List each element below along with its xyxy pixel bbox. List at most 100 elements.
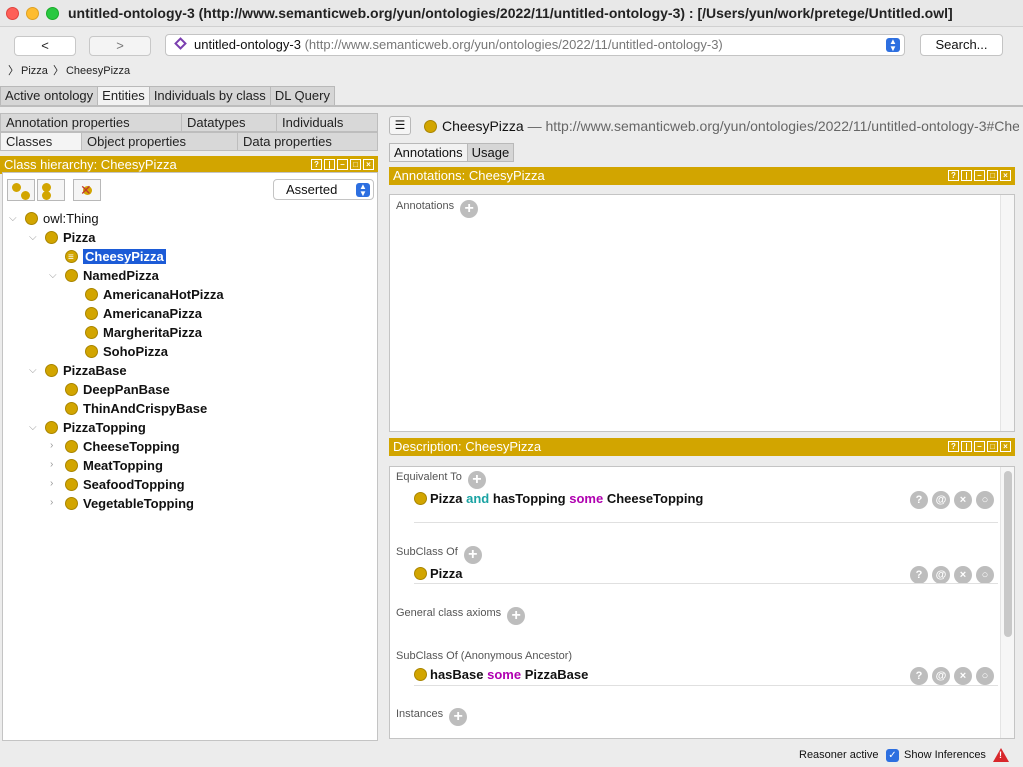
explain-button[interactable]: ?	[910, 491, 928, 509]
tree-node[interactable]: MargheritaPizza	[85, 323, 202, 342]
tab-annotation-properties[interactable]: Annotation properties	[0, 113, 182, 132]
add-superclass-button[interactable]: +	[463, 546, 482, 564]
collapse-icon[interactable]: ⌵	[49, 270, 57, 281]
collapse-icon[interactable]: ⌵	[29, 422, 37, 433]
add-instance-button[interactable]: +	[449, 708, 468, 726]
show-inferences-label: Show Inferences	[904, 749, 986, 761]
ontology-selector[interactable]: untitled-ontology-3 (http://www.semantic…	[165, 34, 905, 56]
class-icon	[45, 231, 58, 244]
entity-name: CheesyPizza	[442, 118, 524, 134]
breadcrumb-item[interactable]: Pizza	[21, 65, 48, 77]
tree-node[interactable]: owl:Thing	[25, 209, 99, 228]
add-annotation-button[interactable]: +	[460, 200, 479, 218]
tab-data-properties[interactable]: Data properties	[237, 132, 378, 151]
close-icon[interactable]: ×	[363, 159, 374, 170]
tab-classes[interactable]: Classes	[0, 132, 82, 151]
chevron-updown-icon[interactable]: ▲ ▼	[886, 38, 900, 53]
tab-datatypes[interactable]: Datatypes	[181, 113, 277, 132]
help-icon[interactable]: ?	[948, 170, 959, 181]
tab-object-properties[interactable]: Object properties	[81, 132, 238, 151]
back-button[interactable]: <	[14, 36, 76, 56]
delete-class-button[interactable]: ✕	[73, 179, 101, 201]
subclass-section: SubClass Of +	[396, 546, 482, 564]
add-sibling-button[interactable]	[37, 179, 65, 201]
tree-node[interactable]: PizzaTopping	[45, 418, 146, 437]
expand-icon[interactable]: ›	[50, 497, 53, 508]
tree-node[interactable]: VegetableTopping	[65, 494, 194, 513]
minimize-icon[interactable]: –	[974, 170, 985, 181]
minimize-icon[interactable]: –	[974, 441, 985, 452]
tree-node[interactable]: AmericanaPizza	[85, 304, 202, 323]
tab-annotations[interactable]: Annotations	[389, 143, 468, 162]
tree-node[interactable]: MeatTopping	[65, 456, 163, 475]
tab-individuals-by-class[interactable]: Individuals by class	[148, 86, 271, 105]
tab-dl-query[interactable]: DL Query	[269, 86, 335, 105]
annotate-button[interactable]: @	[932, 667, 950, 685]
description-panel: Equivalent To + Pizza and hasTopping som…	[389, 466, 1015, 739]
scrollbar-thumb[interactable]	[1004, 471, 1012, 637]
anonymous-ancestor-axiom[interactable]: hasBase some PizzaBase	[414, 667, 588, 682]
tree-node[interactable]: Pizza	[45, 228, 96, 247]
collapse-icon[interactable]: ⌵	[29, 365, 37, 376]
help-icon[interactable]: ?	[311, 159, 322, 170]
pin-icon[interactable]: |	[961, 170, 972, 181]
collapse-icon[interactable]: ⌵	[29, 232, 37, 243]
tree-node[interactable]: ThinAndCrispyBase	[65, 399, 207, 418]
close-icon[interactable]: ×	[1000, 170, 1011, 181]
equivalent-axiom[interactable]: Pizza and hasTopping some CheeseTopping	[414, 491, 703, 506]
delete-button[interactable]: ×	[954, 491, 972, 509]
delete-button[interactable]: ×	[954, 566, 972, 584]
divider	[414, 583, 998, 584]
collapse-icon[interactable]: ⌵	[9, 213, 17, 224]
warning-icon[interactable]	[993, 748, 1009, 762]
show-inferences-checkbox[interactable]: ✓	[886, 749, 899, 762]
pin-icon[interactable]: |	[324, 159, 335, 170]
close-icon[interactable]: ×	[1000, 441, 1011, 452]
tree-node[interactable]: SeafoodTopping	[65, 475, 185, 494]
divider	[0, 105, 1023, 107]
expand-icon[interactable]: ›	[50, 440, 53, 451]
zoom-window-button[interactable]	[46, 7, 59, 20]
tab-individuals[interactable]: Individuals	[276, 113, 378, 132]
maximize-icon[interactable]: □	[987, 441, 998, 452]
add-gca-button[interactable]: +	[507, 607, 526, 625]
annotate-button[interactable]: @	[932, 491, 950, 509]
chevron-updown-icon: ▲ ▼	[356, 183, 370, 198]
breadcrumb-item[interactable]: CheesyPizza	[66, 65, 130, 77]
tree-node[interactable]: DeepPanBase	[65, 380, 170, 399]
scrollbar-track[interactable]	[1000, 195, 1014, 431]
tree-node[interactable]: PizzaBase	[45, 361, 127, 380]
maximize-icon[interactable]: □	[350, 159, 361, 170]
hierarchy-mode-select[interactable]: Asserted ▲ ▼	[273, 179, 374, 200]
close-window-button[interactable]	[6, 7, 19, 20]
tab-entities[interactable]: Entities	[97, 86, 150, 105]
menu-icon[interactable]: ☰	[389, 116, 411, 135]
tab-active-ontology[interactable]: Active ontology	[0, 86, 99, 105]
maximize-icon[interactable]: □	[987, 170, 998, 181]
tab-usage[interactable]: Usage	[466, 143, 515, 162]
tree-node-selected[interactable]: CheesyPizza	[65, 247, 166, 267]
tree-node[interactable]: SohoPizza	[85, 342, 168, 361]
annotate-button[interactable]: @	[932, 566, 950, 584]
expand-icon[interactable]: ›	[50, 459, 53, 470]
minimize-icon[interactable]: –	[337, 159, 348, 170]
expand-icon[interactable]: ›	[50, 478, 53, 489]
edit-button[interactable]: ○	[976, 566, 994, 584]
tree-node[interactable]: CheeseTopping	[65, 437, 180, 456]
divider	[414, 522, 998, 523]
edit-button[interactable]: ○	[976, 667, 994, 685]
tree-node[interactable]: NamedPizza	[65, 266, 159, 285]
explain-button[interactable]: ?	[910, 566, 928, 584]
minimize-window-button[interactable]	[26, 7, 39, 20]
pin-icon[interactable]: |	[961, 441, 972, 452]
forward-button[interactable]: >	[89, 36, 151, 56]
delete-button[interactable]: ×	[954, 667, 972, 685]
help-icon[interactable]: ?	[948, 441, 959, 452]
search-button[interactable]: Search...	[920, 34, 1003, 56]
tree-node[interactable]: AmericanaHotPizza	[85, 285, 224, 304]
add-subclass-button[interactable]	[7, 179, 35, 201]
add-equivalent-button[interactable]: +	[467, 471, 486, 489]
subclass-axiom[interactable]: Pizza	[414, 566, 463, 581]
explain-button[interactable]: ?	[910, 667, 928, 685]
edit-button[interactable]: ○	[976, 491, 994, 509]
